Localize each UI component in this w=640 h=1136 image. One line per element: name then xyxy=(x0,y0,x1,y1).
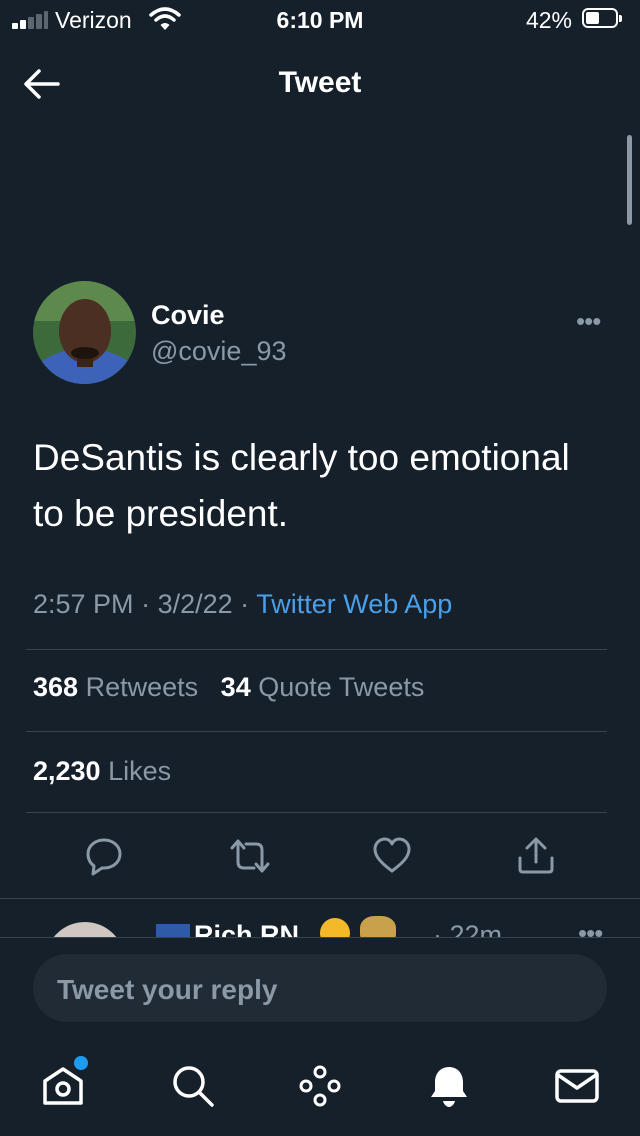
smile-emoji xyxy=(320,918,350,937)
messages-icon xyxy=(555,1069,599,1103)
notification-dot xyxy=(74,1056,88,1070)
quote-tweets-label: Quote Tweets xyxy=(258,672,425,702)
tab-messages[interactable] xyxy=(554,1063,600,1109)
divider xyxy=(26,649,607,650)
notifications-icon xyxy=(431,1067,467,1107)
tweet-text: DeSantis is clearly too emotional to be … xyxy=(33,437,570,534)
likes-label: Likes xyxy=(108,756,172,786)
tweet-date: 3/2/22 xyxy=(157,589,233,619)
divider xyxy=(26,731,607,732)
divider xyxy=(0,937,640,938)
like-button[interactable] xyxy=(372,836,412,876)
tab-notifications[interactable] xyxy=(426,1063,472,1109)
reply-input-placeholder: Tweet your reply xyxy=(57,974,278,1005)
flag-emoji xyxy=(156,924,190,937)
more-horizontal-icon[interactable]: ••• xyxy=(578,918,603,937)
author-handle[interactable]: @covie_93 xyxy=(151,336,287,367)
share-button[interactable] xyxy=(516,836,556,876)
separator-dot: · xyxy=(240,589,257,619)
search-icon xyxy=(173,1066,214,1107)
reply-author-name[interactable]: Rich RN xyxy=(194,920,299,937)
reply-preview[interactable]: Rich RN · 22m ••• xyxy=(0,900,640,937)
tweet-time: 2:57 PM xyxy=(33,589,134,619)
reply-icon xyxy=(86,838,122,876)
like-icon xyxy=(373,837,411,873)
tab-search[interactable] xyxy=(170,1063,216,1109)
separator-dot: · xyxy=(141,589,158,619)
likes-count: 2,230 xyxy=(33,756,101,786)
more-options-button[interactable]: ••• xyxy=(576,306,601,337)
retweets-label: Retweets xyxy=(85,672,199,702)
tweet-metadata: 2:57 PM · 3/2/22 · Twitter Web App xyxy=(33,589,452,620)
reply-avatar[interactable] xyxy=(45,922,125,937)
profile-photo xyxy=(33,281,136,384)
scrollbar[interactable] xyxy=(627,135,632,225)
tab-spaces[interactable] xyxy=(297,1063,343,1109)
battery-icon xyxy=(582,8,622,28)
divider xyxy=(0,898,640,899)
retweets-stat[interactable]: 368 Retweets xyxy=(33,672,206,702)
share-icon xyxy=(518,837,554,874)
reply-input[interactable]: Tweet your reply xyxy=(33,954,607,1022)
taco-emoji xyxy=(360,916,396,937)
retweet-button[interactable] xyxy=(228,836,270,876)
quote-tweets-count: 34 xyxy=(220,672,251,702)
author-name[interactable]: Covie xyxy=(151,300,225,331)
engagement-stats: 368 Retweets 34 Quote Tweets xyxy=(33,672,424,703)
status-bar: Verizon 6:10 PM 42% xyxy=(0,0,640,40)
quote-tweets-stat[interactable]: 34 Quote Tweets xyxy=(221,672,425,702)
retweets-count: 368 xyxy=(33,672,79,702)
retweet-icon xyxy=(230,839,270,873)
more-horizontal-icon: ••• xyxy=(576,306,601,336)
reply-time: · 22m xyxy=(433,920,503,937)
spaces-icon xyxy=(299,1065,341,1107)
reply-button[interactable] xyxy=(84,836,124,876)
divider xyxy=(26,812,607,813)
page-title: Tweet xyxy=(278,66,362,99)
battery-percentage: 42% xyxy=(525,7,572,33)
author-avatar[interactable] xyxy=(33,281,136,384)
likes-stat[interactable]: 2,230 Likes xyxy=(33,756,171,787)
tweet-source-link[interactable]: Twitter Web App xyxy=(256,589,452,619)
